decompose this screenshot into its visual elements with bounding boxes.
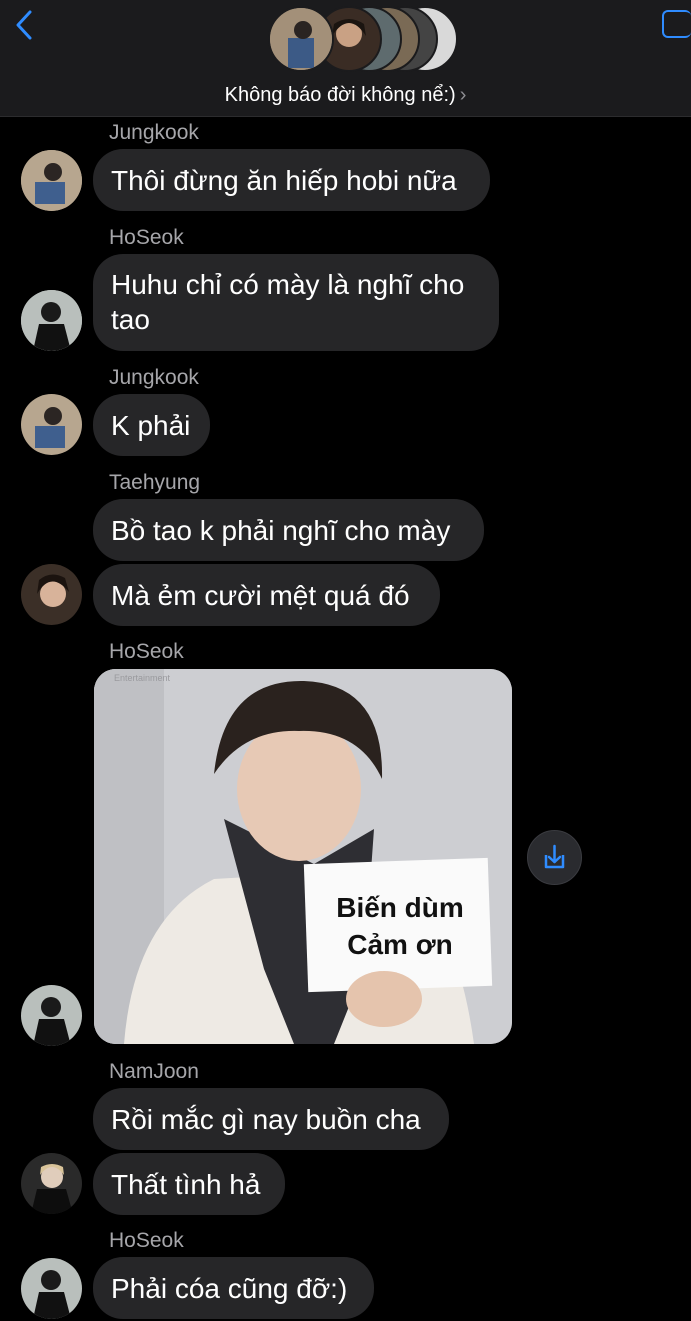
message-text-line: Huhu chỉ có mày là nghĩ cho xyxy=(111,269,465,300)
message-text: Mà ẻm cười mệt quá đó xyxy=(111,579,410,611)
group-name[interactable]: Không báo đời không nể:) › xyxy=(0,84,691,107)
message-text-line: tao xyxy=(111,304,150,335)
avatar[interactable] xyxy=(21,985,82,1046)
avatar[interactable] xyxy=(21,1258,82,1319)
sign-text-line: Biến dùm xyxy=(336,892,464,923)
sender-name: HoSeok xyxy=(109,226,184,249)
chat-header: Không báo đời không nể:) › xyxy=(0,0,691,117)
sender-name: HoSeok xyxy=(109,640,184,663)
video-call-button[interactable] xyxy=(662,10,691,38)
message-bubble[interactable]: Rồi mắc gì nay buồn cha xyxy=(93,1088,449,1150)
group-name-label: Không báo đời không nể:) xyxy=(224,84,456,106)
message-text: K phải xyxy=(111,409,191,441)
message-bubble[interactable]: Thất tình hả xyxy=(93,1153,285,1215)
message-bubble[interactable]: Phải cóa cũng đỡ:) xyxy=(93,1257,374,1319)
avatar[interactable] xyxy=(21,290,82,351)
sender-name: HoSeok xyxy=(109,1229,184,1252)
message-text: Thôi đừng ăn hiếp hobi nữa xyxy=(111,164,457,196)
avatar[interactable] xyxy=(21,1153,82,1214)
message-bubble[interactable]: Huhu chỉ có mày là nghĩ cho tao xyxy=(93,254,499,351)
avatar[interactable] xyxy=(21,564,82,625)
message-bubble[interactable]: Thôi đừng ăn hiếp hobi nữa xyxy=(93,149,490,211)
sign-text-line: Cảm ơn xyxy=(347,929,452,960)
watermark-text: Entertainment xyxy=(114,673,171,683)
image-message[interactable]: Biến dùm Cảm ơn Entertainment xyxy=(94,669,512,1044)
message-text: Rồi mắc gì nay buồn cha xyxy=(111,1103,421,1135)
chevron-right-icon: › xyxy=(459,84,467,106)
sender-name: NamJoon xyxy=(109,1060,199,1083)
message-bubble[interactable]: K phải xyxy=(93,394,210,456)
sender-name: Jungkook xyxy=(109,366,199,389)
avatar[interactable] xyxy=(21,394,82,455)
message-text: Thất tình hả xyxy=(111,1168,261,1200)
message-text: Phải cóa cũng đỡ:) xyxy=(111,1272,348,1304)
sender-name: Jungkook xyxy=(109,121,199,144)
back-button[interactable] xyxy=(8,8,42,42)
message-bubble[interactable]: Bồ tao k phải nghĩ cho mày xyxy=(93,499,484,561)
chevron-left-icon xyxy=(16,10,32,40)
group-avatar-stack[interactable] xyxy=(268,6,458,74)
save-image-button[interactable] xyxy=(527,830,582,885)
member-avatar xyxy=(268,6,334,72)
meme-image: Biến dùm Cảm ơn Entertainment xyxy=(94,669,512,1044)
avatar[interactable] xyxy=(21,150,82,211)
message-text: Bồ tao k phải nghĩ cho mày xyxy=(111,514,451,546)
sender-name: Taehyung xyxy=(109,471,201,494)
download-icon xyxy=(544,844,565,869)
message-bubble[interactable]: Mà ẻm cười mệt quá đó xyxy=(93,564,440,626)
